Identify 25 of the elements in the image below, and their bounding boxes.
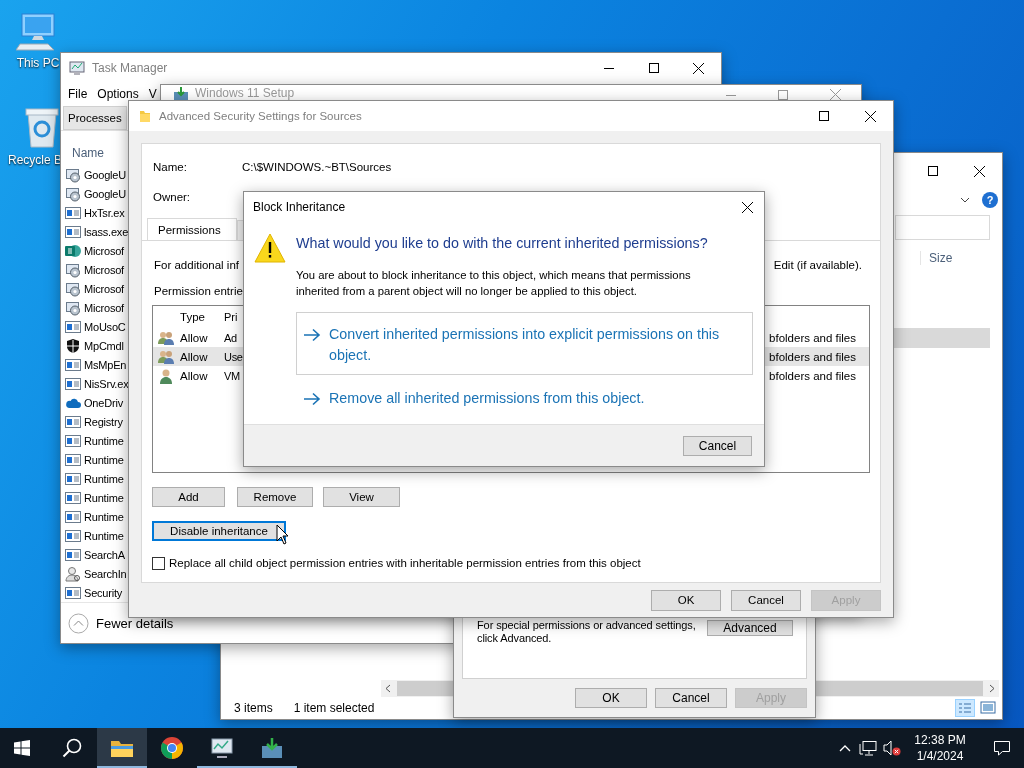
field-value: C:\$WINDOWS.~BT\Sources [242,161,392,173]
help-text: For special permissions or advanced settings, [477,619,696,632]
table-cell: Use [223,350,243,363]
window-title: Task Manager [92,61,168,75]
table-cell: Ad [223,331,237,344]
table-cell-text: bfolders and files [769,369,857,382]
field-label: Owner: [153,191,192,203]
window-title: Advanced Security Settings for Sources [159,110,362,122]
table-cell-text: bfolders and files [769,331,857,344]
table-cell-text: Allow [179,331,209,344]
table-cell: VM [223,369,240,382]
table-cell-text: Allow [179,369,209,382]
table-cell-text: bfolders and files [769,350,857,363]
window-title: Windows 11 Setup [195,86,295,100]
field-label: Name: [153,161,188,173]
info-text: Edit (if available). [773,259,862,271]
window-title: Block Inheritance [253,200,346,214]
help-text: click Advanced. [477,632,552,645]
dialog-heading: What would you like to do with the current inherited permissions? [296,234,709,253]
info-text: For additional inf [154,259,240,271]
status-text: 3 items [234,701,273,715]
section-label: Permission entrie [153,284,243,299]
table-cell-text: Allow [179,350,209,363]
status-text: 1 item selected [293,701,375,715]
dialog-text: You are about to block inheritance to this object, which means that permissions inherited from a parent object will no longer be applied to this object. [296,268,692,299]
